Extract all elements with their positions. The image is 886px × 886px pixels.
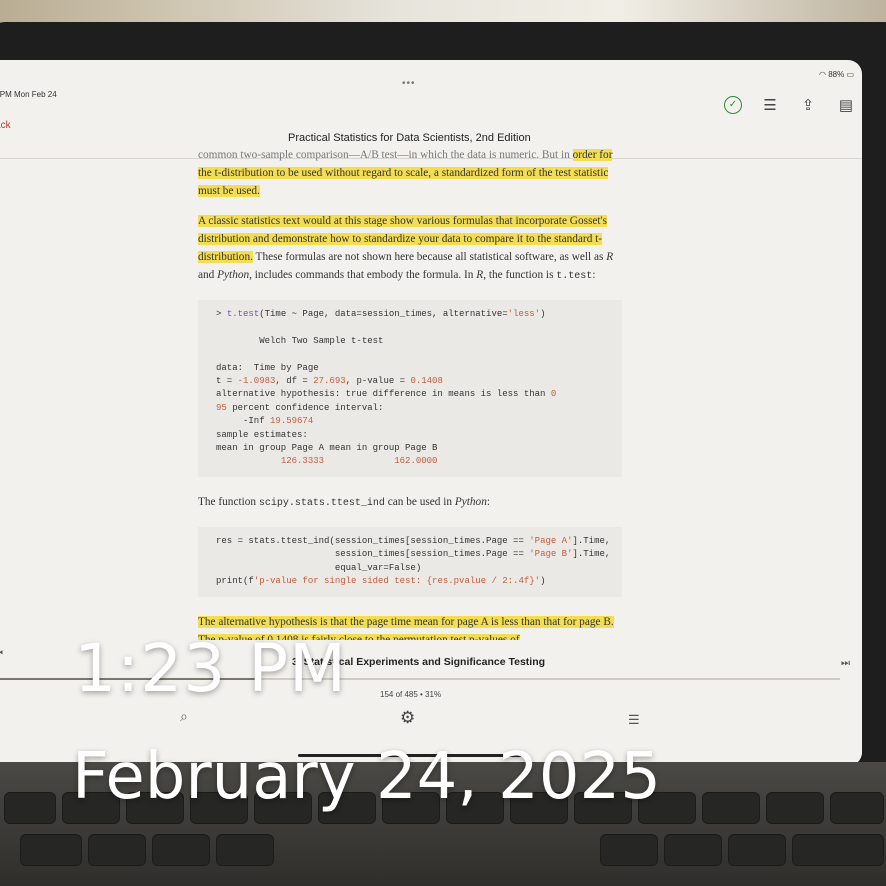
skip-back-icon[interactable]: ⏮ bbox=[0, 648, 3, 659]
reader-page: common two-sample comparison—A/B test—in… bbox=[198, 149, 622, 661]
py-l4s: 'p-value for single sided test: {res.pva… bbox=[253, 576, 541, 587]
gear-icon[interactable]: ⚙ bbox=[400, 708, 415, 728]
py-l2s: 'Page B' bbox=[529, 549, 573, 560]
menu-icon[interactable]: ▤ bbox=[836, 96, 856, 116]
para1-r: R bbox=[606, 251, 614, 263]
key bbox=[728, 834, 786, 866]
py-l3: equal_var=False) bbox=[216, 562, 422, 573]
back-label: Back bbox=[0, 120, 11, 131]
py-l2b: ].Time, bbox=[572, 549, 611, 560]
code-pad-b bbox=[324, 456, 394, 466]
key bbox=[664, 834, 722, 866]
wifi-icon: ◠ bbox=[818, 70, 826, 79]
key bbox=[152, 834, 210, 866]
key bbox=[600, 834, 658, 866]
code-arg: 'less' bbox=[507, 309, 541, 319]
key bbox=[4, 792, 56, 824]
code-ci-hi: 19.59674 bbox=[270, 416, 314, 427]
py-l4b: ) bbox=[540, 576, 546, 587]
paragraph-2: The function scipy.stats.ttest_ind can b… bbox=[198, 493, 622, 513]
status-icons: ◠ 88% ▭ bbox=[819, 70, 854, 79]
key bbox=[830, 792, 884, 824]
code-ci-lo: -Inf bbox=[216, 416, 271, 427]
para1-python: Python bbox=[217, 269, 250, 281]
battery-percent: 88% bbox=[828, 70, 845, 79]
py-l4a: print(f bbox=[216, 576, 254, 587]
page-count: 154 of 485 • 31% bbox=[380, 690, 442, 699]
key bbox=[766, 792, 824, 824]
battery-icon: ▭ bbox=[846, 70, 854, 79]
code-ci-line: percent confidence interval: bbox=[226, 402, 384, 413]
back-button[interactable]: ‹Back bbox=[0, 116, 11, 131]
list-icon[interactable]: ☰ bbox=[628, 712, 640, 728]
key bbox=[702, 792, 760, 824]
photo-timestamp-time: 1:23 PM bbox=[74, 630, 347, 707]
code-df-val: 27.693 bbox=[313, 376, 346, 387]
code-p-val: 0.1408 bbox=[410, 376, 443, 387]
inline-code-ttest: t.test bbox=[556, 271, 593, 282]
para1-and: and bbox=[198, 269, 218, 281]
para1-text-c: , the function is bbox=[483, 269, 557, 281]
key bbox=[216, 834, 274, 866]
py-l1s: 'Page A' bbox=[529, 535, 573, 546]
paragraph-0: common two-sample comparison—A/B test—in… bbox=[198, 146, 622, 200]
para1-text-a: These formulas are not shown here becaus… bbox=[252, 251, 607, 263]
py-l1b: ].Time, bbox=[572, 535, 611, 546]
code-data-line: data: Time by Page bbox=[216, 362, 319, 373]
book-title: Practical Statistics for Data Scientists… bbox=[288, 132, 531, 144]
para2-python: Python bbox=[454, 495, 487, 508]
para2-b: can be used in bbox=[384, 495, 455, 508]
para2-a: The function bbox=[198, 495, 259, 508]
code-prompt: > bbox=[216, 309, 227, 319]
code-mean-b: 162.0000 bbox=[394, 456, 438, 467]
code-t-val: -1.0983 bbox=[237, 376, 276, 387]
code-pad-a bbox=[216, 456, 281, 466]
inline-code-scipy: scipy.stats.ttest_ind bbox=[258, 497, 385, 509]
status-time: 1:23 PM bbox=[0, 90, 12, 99]
py-l2a: session_times[session_times.Page == bbox=[216, 549, 530, 560]
code-mean-line: mean in group Page A mean in group Page … bbox=[216, 443, 438, 454]
para1-end: : bbox=[592, 269, 596, 281]
reader-toolbar: ✓ ☰ ⇪ ▤ bbox=[724, 96, 856, 116]
code-call-b: ) bbox=[540, 309, 546, 319]
code-block-r: > t.test(Time ~ Page, data=session_times… bbox=[198, 300, 622, 477]
status-bar: 1:23 PM Mon Feb 24 ••• ◠ 88% ▭ bbox=[0, 60, 862, 99]
code-alt-line: alternative hypothesis: true difference … bbox=[216, 389, 551, 400]
check-circle-icon[interactable]: ✓ bbox=[724, 96, 742, 114]
code-title: Welch Two Sample t-test bbox=[216, 335, 384, 346]
key bbox=[792, 834, 884, 866]
code-est-line: sample estimates: bbox=[216, 429, 308, 440]
bookmark-list-icon[interactable]: ☰ bbox=[760, 96, 780, 116]
code-fn: t.test bbox=[226, 309, 260, 319]
key bbox=[20, 834, 82, 866]
share-icon[interactable]: ⇪ bbox=[798, 96, 818, 116]
para2-c: : bbox=[486, 495, 490, 508]
code-ci-num: 95 bbox=[216, 402, 227, 413]
code-df-label: , df = bbox=[275, 376, 314, 387]
multitask-grabber[interactable]: ••• bbox=[402, 78, 416, 89]
code-p-label: , p-value = bbox=[345, 376, 411, 387]
code-block-python: res = stats.ttest_ind(session_times[sess… bbox=[198, 526, 622, 597]
key bbox=[88, 834, 146, 866]
search-icon[interactable]: ⌕ bbox=[180, 708, 188, 725]
paragraph-1: A classic statistics text would at this … bbox=[198, 212, 622, 286]
para1-text-b: , includes commands that embody the form… bbox=[249, 269, 477, 281]
status-date: Mon Feb 24 bbox=[14, 90, 57, 99]
py-l1a: res = stats.ttest_ind(session_times[sess… bbox=[216, 535, 530, 546]
code-call-a: (Time ~ Page, data=session_times, altern… bbox=[259, 309, 508, 319]
code-alt-val: 0 bbox=[550, 389, 557, 400]
skip-forward-icon[interactable]: ⏭ bbox=[841, 658, 850, 669]
photo-timestamp-date: February 24, 2025 bbox=[72, 740, 661, 814]
para0-top: common two-sample comparison—A/B test—in… bbox=[198, 149, 570, 161]
code-mean-a: 126.3333 bbox=[280, 456, 325, 467]
code-t-label: t = bbox=[216, 376, 238, 387]
